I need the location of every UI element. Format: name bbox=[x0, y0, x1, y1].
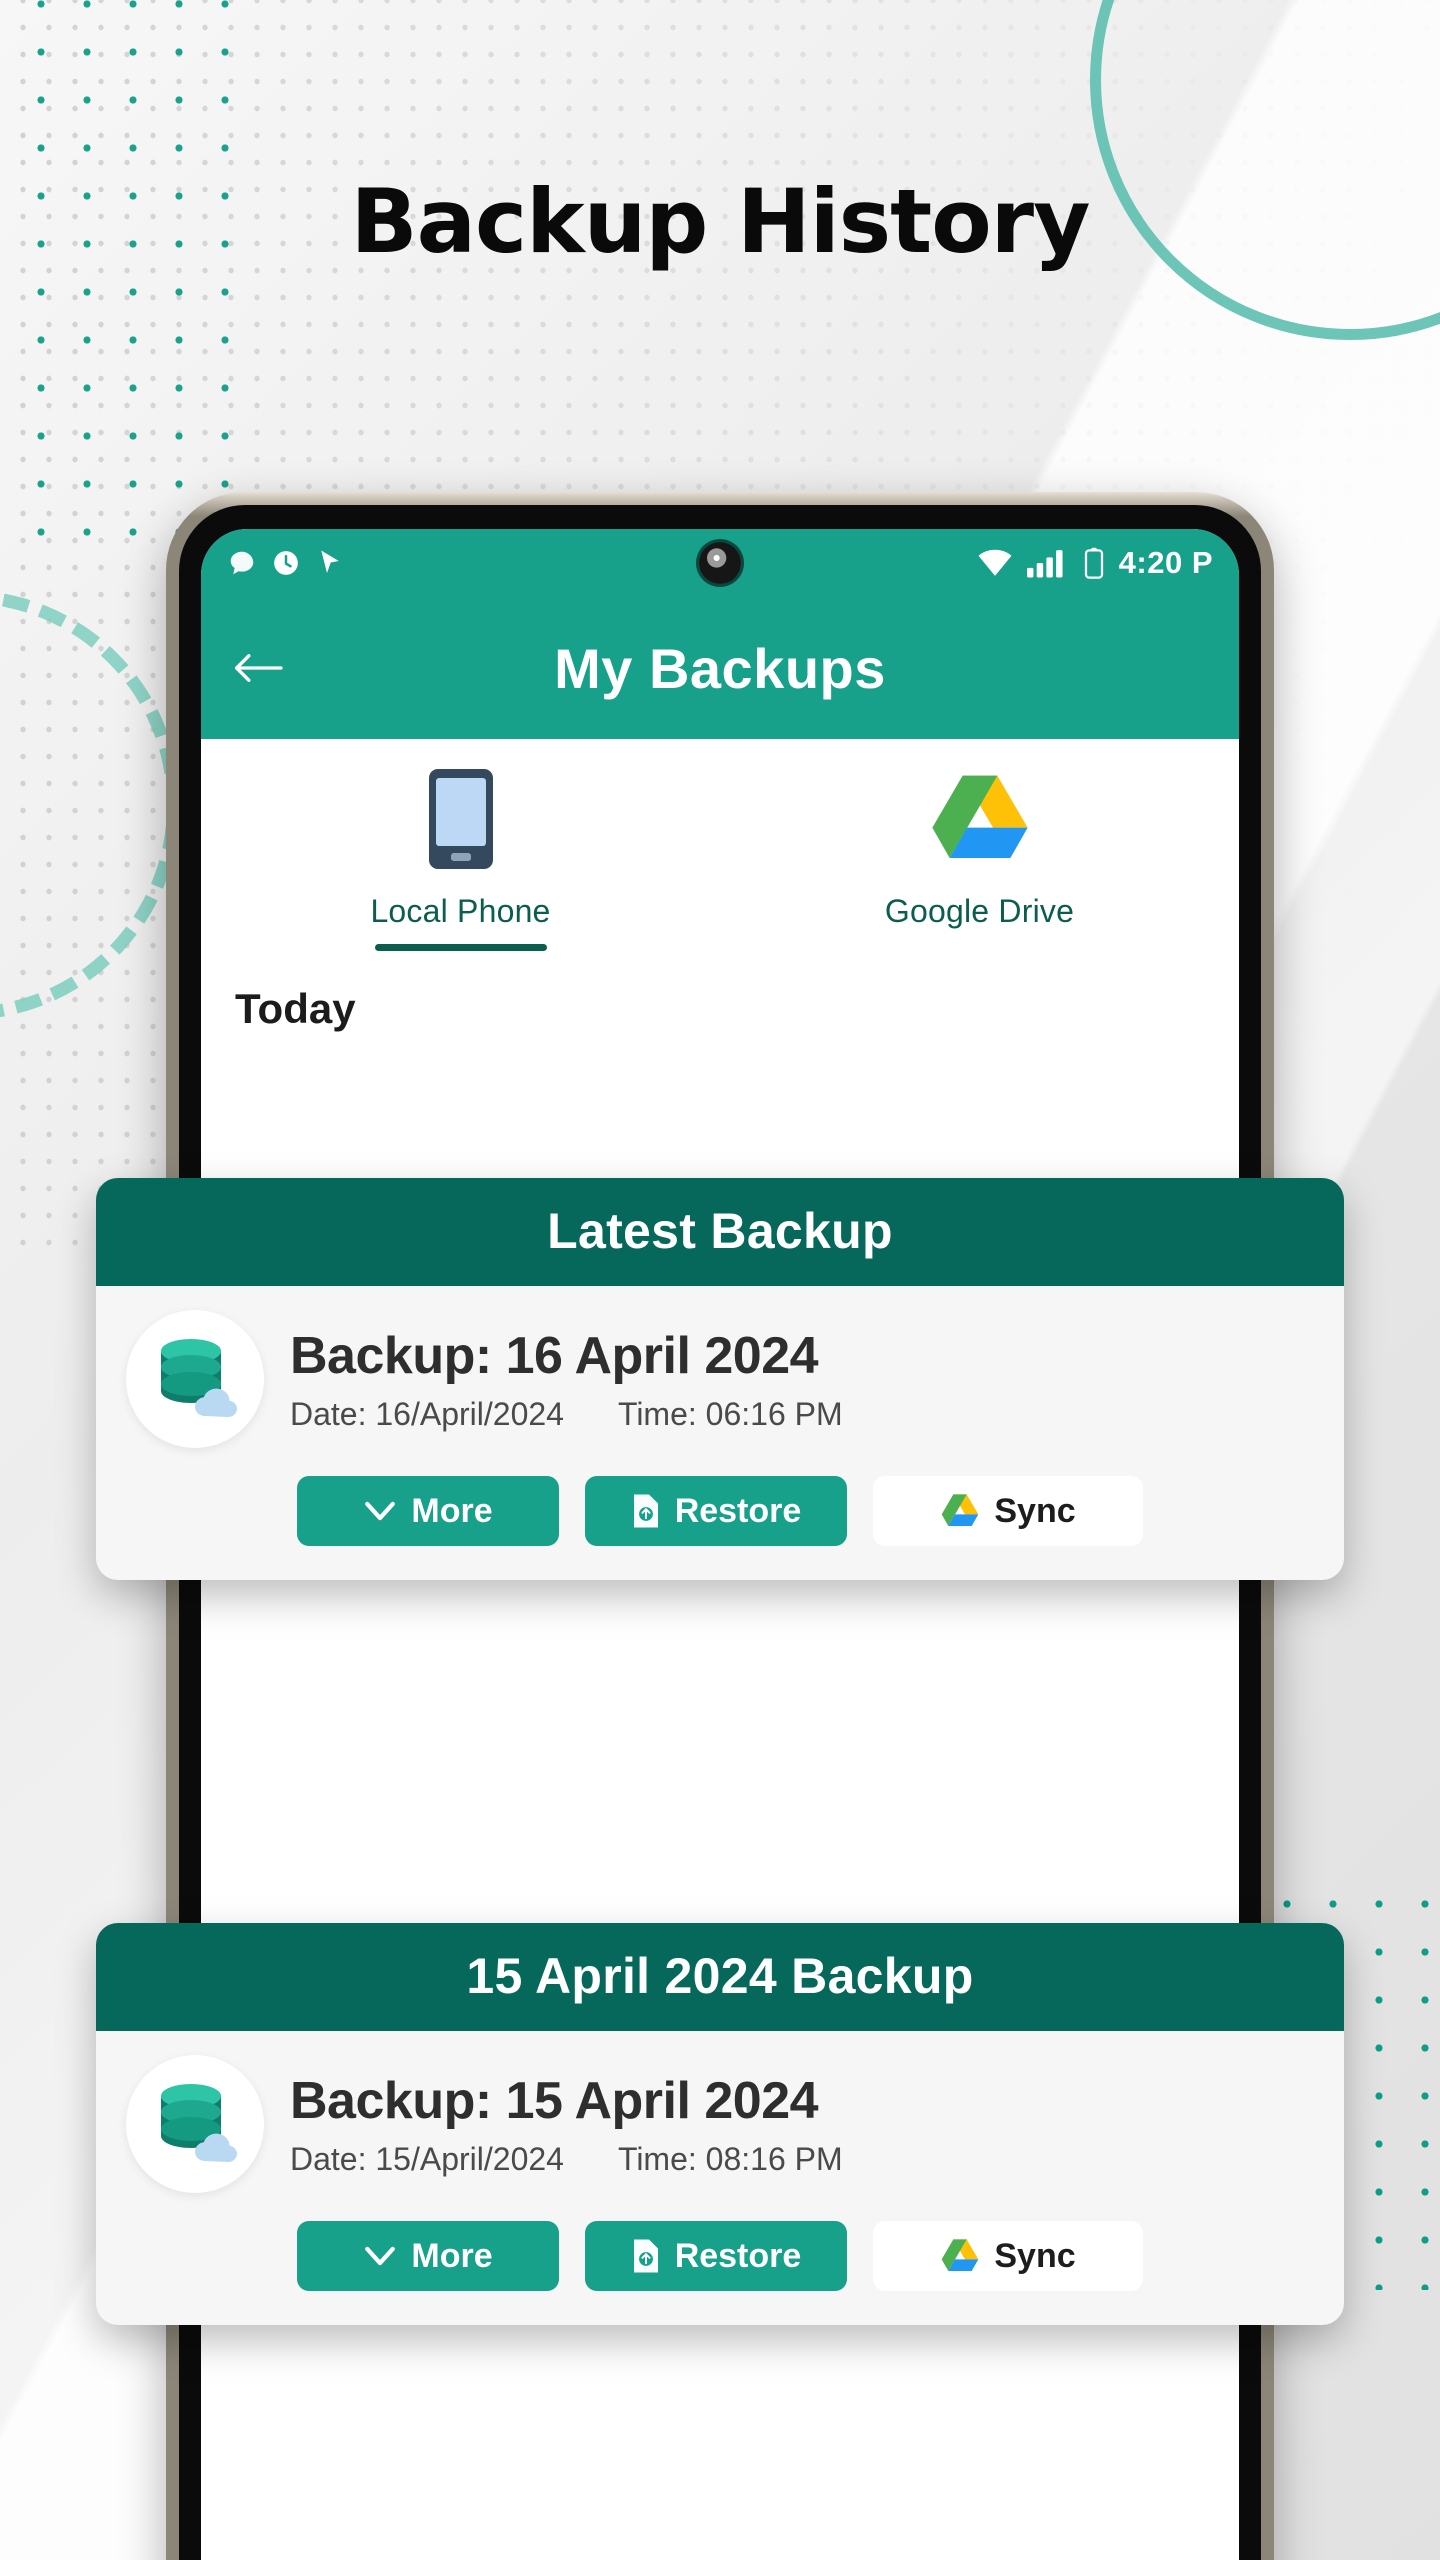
backup-card-actions: More Restore Sync bbox=[126, 2221, 1314, 2291]
backup-card-body: Backup: 16 April 2024 Date: 16/April/202… bbox=[96, 1286, 1344, 1580]
status-bar: 4:20 P bbox=[201, 529, 1239, 597]
accent-dots-top-left bbox=[0, 0, 250, 560]
google-drive-icon bbox=[928, 767, 1032, 871]
tab-google-drive[interactable]: Google Drive bbox=[720, 767, 1239, 951]
sync-button[interactable]: Sync bbox=[873, 2221, 1143, 2291]
source-tabs: Local Phone Google Drive bbox=[201, 739, 1239, 951]
status-bar-right-icons: 4:20 P bbox=[977, 545, 1213, 581]
restore-button[interactable]: Restore bbox=[585, 2221, 847, 2291]
restore-button[interactable]: Restore bbox=[585, 1476, 847, 1546]
tab-google-drive-label: Google Drive bbox=[884, 893, 1075, 929]
backup-card-header: 15 April 2024 Backup bbox=[96, 1923, 1344, 2031]
camera-punch-hole bbox=[699, 542, 741, 584]
status-bar-left-icons bbox=[227, 548, 345, 578]
restore-file-icon bbox=[633, 1494, 658, 1528]
chat-icon bbox=[230, 551, 254, 575]
app-bar-title: My Backups bbox=[554, 636, 886, 700]
backup-card-header: Latest Backup bbox=[96, 1178, 1344, 1286]
tab-local-phone-label: Local Phone bbox=[370, 893, 551, 929]
section-label-today: Today bbox=[235, 985, 356, 1032]
wifi-icon bbox=[978, 549, 1012, 576]
more-button-label: More bbox=[411, 1491, 493, 1530]
poster-stage: Backup History 4:20 P My Backups Local P… bbox=[0, 0, 1440, 2560]
tab-active-indicator bbox=[374, 944, 547, 951]
more-button[interactable]: More bbox=[297, 1476, 559, 1546]
more-button-label: More bbox=[411, 2236, 493, 2275]
sync-button-label: Sync bbox=[994, 2236, 1076, 2275]
backup-card-yesterday: 15 April 2024 Backup Backup: 15 April 20… bbox=[96, 1923, 1344, 2325]
google-drive-icon bbox=[942, 2239, 979, 2271]
backup-card-date: Date: 16/April/2024 bbox=[290, 1395, 564, 1432]
backup-card-actions: More Restore Sync bbox=[126, 1476, 1314, 1546]
chevron-down-icon bbox=[365, 1501, 396, 1521]
chevron-down-icon bbox=[365, 2246, 396, 2266]
cursor-icon bbox=[321, 550, 339, 573]
back-arrow-icon[interactable] bbox=[229, 639, 287, 697]
backup-card-body: Backup: 15 April 2024 Date: 15/April/202… bbox=[96, 2031, 1344, 2325]
backup-card-time: Time: 08:16 PM bbox=[617, 2140, 843, 2177]
sync-button[interactable]: Sync bbox=[873, 1476, 1143, 1546]
signal-icon bbox=[1026, 550, 1063, 578]
tab-local-phone[interactable]: Local Phone bbox=[201, 767, 720, 951]
status-bar-time: 4:20 P bbox=[1118, 545, 1213, 580]
backup-card-title: Backup: 16 April 2024 bbox=[290, 1326, 819, 1385]
sync-button-label: Sync bbox=[994, 1491, 1076, 1530]
backup-card-date: Date: 15/April/2024 bbox=[290, 2140, 564, 2177]
google-drive-icon bbox=[942, 1494, 979, 1526]
clock-icon bbox=[274, 551, 298, 575]
restore-button-label: Restore bbox=[674, 1491, 802, 1530]
app-bar: My Backups bbox=[201, 597, 1239, 739]
phone-icon bbox=[426, 767, 496, 871]
backup-card-title: Backup: 15 April 2024 bbox=[290, 2071, 819, 2130]
backup-card-latest: Latest Backup Backup: 16 April 2024 Date… bbox=[96, 1178, 1344, 1580]
battery-icon bbox=[1084, 547, 1103, 579]
database-cloud-icon bbox=[126, 2055, 264, 2193]
restore-file-icon bbox=[633, 2239, 658, 2273]
backup-card-time: Time: 06:16 PM bbox=[617, 1395, 843, 1432]
more-button[interactable]: More bbox=[297, 2221, 559, 2291]
database-cloud-icon bbox=[126, 1310, 264, 1448]
restore-button-label: Restore bbox=[674, 2236, 802, 2275]
tab-inactive-indicator bbox=[894, 944, 1066, 951]
page-title: Backup History bbox=[350, 170, 1091, 273]
